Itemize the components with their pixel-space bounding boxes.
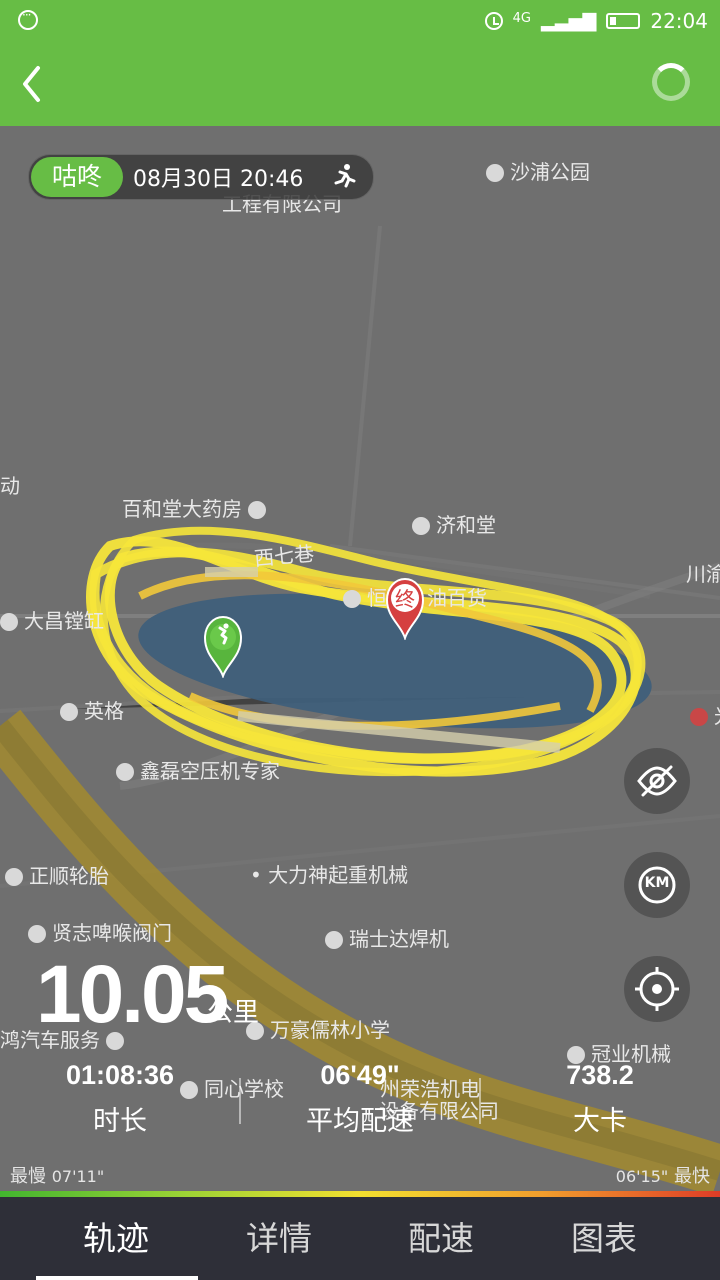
edge-label: 光 <box>690 700 720 729</box>
school-name: 英格 <box>84 699 124 723</box>
end-marker-label: 终 <box>395 587 415 611</box>
status-time: 22:04 <box>650 9 708 33</box>
slow-value: 07'11" <box>51 1167 105 1186</box>
bottom-tab-bar: 轨迹 详情 配速 图表 <box>0 1197 720 1280</box>
school2-label: 万豪儒林小学 <box>246 1014 390 1043</box>
status-icons: 4G ▂▃▅▇ 22:04 <box>484 8 708 34</box>
session-summary: 咕咚 08月30日 20:46 <box>28 154 374 200</box>
school-icon <box>60 703 78 721</box>
distance-unit: 公里 <box>207 998 260 1028</box>
alarm-icon <box>484 12 503 30</box>
pace-value: 06'49" <box>320 1060 400 1090</box>
tab-details[interactable]: 详情 <box>189 1197 369 1280</box>
welder-label: 瑞士达焊机 <box>325 923 449 952</box>
calories-stat: 738.2 大卡 <box>480 1060 720 1138</box>
km-toggle-button[interactable]: KM <box>624 852 690 918</box>
crane-label: • 大力神起重机械 <box>250 859 408 888</box>
tire-icon <box>5 868 23 886</box>
start-runner-marker-icon <box>203 615 243 678</box>
clinic-label: 济和堂 <box>412 509 496 538</box>
poi-bullet-icon: • <box>250 863 262 887</box>
brand-badge: 咕咚 <box>31 157 123 197</box>
status-bar: 4G ▂▃▅▇ 22:04 <box>0 0 720 42</box>
spinner-icon <box>652 63 690 101</box>
street-label: 西七巷 <box>253 541 316 571</box>
company-label: 鑫磊空压机专家 <box>116 755 280 784</box>
tab-chart[interactable]: 图表 <box>514 1197 694 1280</box>
pace-slow: 最慢 07'11" <box>10 1162 104 1188</box>
chevron-left-icon[interactable] <box>16 62 50 106</box>
clinic-name: 济和堂 <box>436 513 496 537</box>
valve-label: 贤志啤喉阀门 <box>28 917 172 946</box>
signal-icon: ▂▃▅▇ <box>540 10 597 32</box>
store-icon <box>343 590 361 608</box>
locate-button[interactable] <box>624 956 690 1022</box>
company-name: 鑫磊空压机专家 <box>140 759 280 783</box>
valve-icon <box>28 925 46 943</box>
tab-track[interactable]: 轨迹 <box>26 1197 206 1280</box>
company-icon <box>116 763 134 781</box>
map-label: 动 <box>0 474 20 498</box>
shop-name: 大昌镗缸 <box>24 609 104 633</box>
tire-name: 正顺轮胎 <box>29 864 109 888</box>
pharmacy-label: 百和堂大药房 <box>122 493 272 522</box>
network-label: 4G <box>512 10 531 26</box>
pace-label: 平均配速 <box>306 1106 414 1137</box>
shop-label: 大昌镗缸 <box>0 605 104 634</box>
stats-row: 01:08:36 时长 06'49" 平均配速 738.2 大卡 <box>0 1060 720 1142</box>
valve-name: 贤志啤喉阀门 <box>52 921 172 945</box>
eye-off-icon <box>637 765 677 797</box>
slow-label: 最慢 <box>10 1166 46 1187</box>
welder-icon <box>325 931 343 949</box>
distance-value: 10.05 <box>36 949 229 1040</box>
app-bar <box>0 42 720 126</box>
fast-value: 06'15" <box>615 1167 669 1186</box>
clinic-icon <box>412 517 430 535</box>
map-label: 川渝 <box>686 562 720 586</box>
school2-name: 万豪儒林小学 <box>270 1018 390 1042</box>
pharmacy-icon <box>248 501 267 519</box>
crosshair-icon <box>635 967 679 1011</box>
pace-fast: 06'15" 最快 <box>616 1162 710 1188</box>
welder-name: 瑞士达焊机 <box>349 927 449 951</box>
duration-value: 01:08:36 <box>65 1060 175 1090</box>
hide-track-button[interactable] <box>624 748 690 814</box>
tire-label: 正顺轮胎 <box>5 860 109 889</box>
fast-label: 最快 <box>674 1166 710 1187</box>
runner-icon <box>334 164 356 188</box>
crane-name: 大力神起重机械 <box>268 863 409 887</box>
session-date: 08月30日 20:46 <box>133 167 304 192</box>
active-tab-indicator <box>36 1276 198 1280</box>
calories-value: 738.2 <box>566 1060 634 1090</box>
duration-label: 时长 <box>93 1106 147 1137</box>
calories-label: 大卡 <box>573 1106 627 1137</box>
pace-stat: 06'49" 平均配速 <box>240 1060 480 1138</box>
battery-icon <box>606 13 641 29</box>
school-label: 英格 <box>60 695 124 724</box>
edge-name: 光 <box>714 704 720 728</box>
park-name: 沙浦公园 <box>510 160 590 184</box>
duration-stat: 01:08:36 时长 <box>0 1060 240 1138</box>
park-label: 沙浦公园 <box>486 156 590 185</box>
km-label: KM <box>644 875 670 891</box>
store-name: 油百货 <box>427 586 487 610</box>
pharmacy-name: 百和堂大药房 <box>122 497 242 521</box>
shop-icon <box>0 613 18 631</box>
menu-dots-icon <box>18 8 38 30</box>
park-icon <box>486 164 504 182</box>
edge-icon <box>690 708 708 726</box>
tab-pace[interactable]: 配速 <box>351 1197 531 1280</box>
